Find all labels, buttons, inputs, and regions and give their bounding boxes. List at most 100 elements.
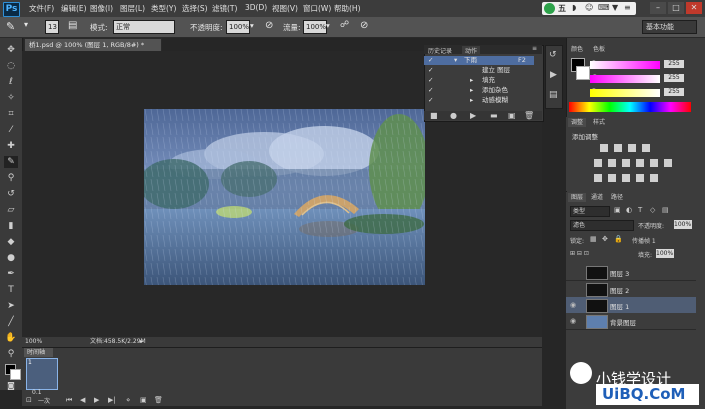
opacity-dropdown-icon[interactable]: ▾: [250, 21, 254, 30]
new-set-icon[interactable]: ▬: [490, 111, 498, 120]
filter-pixel-icon[interactable]: ▣: [614, 206, 621, 214]
action-row[interactable]: ✓ ▾ 下雨 F2: [424, 56, 534, 65]
record-icon[interactable]: ●: [450, 111, 457, 120]
channel-g-value[interactable]: 255: [664, 74, 684, 82]
play-action-icon[interactable]: ▶: [470, 111, 476, 120]
check-icon[interactable]: ✓: [428, 66, 433, 75]
action-row[interactable]: ✓ 建立 图层: [424, 66, 534, 75]
status-arrow-icon[interactable]: ▸: [140, 337, 143, 347]
layer-opacity-field[interactable]: 100%: [674, 220, 692, 229]
tab-layers[interactable]: 图层: [568, 193, 587, 202]
brightness-icon[interactable]: [600, 144, 608, 152]
first-frame-icon[interactable]: ⏮: [66, 396, 72, 405]
pressure-opacity-icon[interactable]: ⊘: [265, 20, 273, 31]
lock-pixels-icon[interactable]: ▦: [590, 235, 597, 243]
expand-icon[interactable]: ▸: [470, 76, 473, 85]
previous-frame-icon[interactable]: ◀: [80, 396, 85, 404]
loop-select[interactable]: 一次: [38, 396, 50, 405]
brush-tool-icon[interactable]: ✎: [6, 20, 15, 33]
close-icon[interactable]: ✕: [686, 2, 702, 14]
shape-tool-icon[interactable]: ╱: [4, 316, 18, 328]
lock-all-icon[interactable]: 🔒: [614, 235, 623, 243]
ime-punct-icon[interactable]: ◗: [572, 3, 576, 12]
menu-help[interactable]: 帮助(H): [334, 3, 361, 14]
clone-stamp-tool-icon[interactable]: ⚲: [4, 172, 18, 184]
check-icon[interactable]: ✓: [428, 86, 433, 95]
brush-panel-icon[interactable]: ▤: [68, 20, 77, 31]
type-tool-icon[interactable]: T: [4, 284, 18, 296]
check-icon[interactable]: ✓: [428, 76, 433, 85]
ime-keyboard-icon[interactable]: ⌨: [598, 3, 610, 12]
panel-menu-icon[interactable]: ≡: [532, 45, 537, 52]
curves-icon[interactable]: [628, 144, 636, 152]
menu-file[interactable]: 文件(F): [29, 3, 54, 14]
flow-field[interactable]: 100%: [303, 20, 327, 34]
quick-select-tool-icon[interactable]: ✧: [4, 92, 18, 104]
channel-r-value[interactable]: 255: [664, 60, 684, 68]
tab-history[interactable]: 历史记录: [428, 46, 452, 55]
maximize-icon[interactable]: □: [668, 2, 684, 14]
layer-filter-select[interactable]: 类型: [570, 206, 610, 217]
color-background-swatch[interactable]: [576, 66, 590, 80]
hue-saturation-icon[interactable]: [608, 159, 616, 167]
ime-shirt-icon[interactable]: ▼: [612, 3, 618, 12]
selective-color-icon[interactable]: [636, 174, 644, 182]
airbrush-icon[interactable]: ☍: [340, 20, 349, 30]
path-select-tool-icon[interactable]: ➤: [4, 300, 18, 312]
brush-tool-icon[interactable]: ✎: [4, 156, 18, 168]
duplicate-frame-icon[interactable]: ▣: [140, 396, 147, 404]
blur-tool-icon[interactable]: ◆: [4, 236, 18, 248]
lock-position-icon[interactable]: ✥: [602, 235, 608, 243]
menu-image[interactable]: 图像(I): [90, 3, 113, 14]
propagate-frame-checkbox[interactable]: 传播帧 1: [632, 236, 656, 245]
menu-type[interactable]: 类型(Y): [151, 3, 176, 14]
marquee-tool-icon[interactable]: ◌: [4, 60, 18, 72]
fill-field[interactable]: 100%: [656, 249, 674, 258]
ime-toolbar[interactable]: 五 ◗ ☺ ⌨ ▼ ≡: [542, 2, 636, 15]
eraser-tool-icon[interactable]: ▱: [4, 204, 18, 216]
invert-icon[interactable]: [594, 174, 602, 182]
ime-menu-icon[interactable]: ≡: [624, 3, 631, 12]
convert-timeline-icon[interactable]: ⊡: [26, 396, 32, 404]
zoom-level[interactable]: 100%: [25, 337, 42, 347]
gradient-tool-icon[interactable]: ▮: [4, 220, 18, 232]
flow-dropdown-icon[interactable]: ▾: [326, 21, 330, 30]
action-row[interactable]: ✓ ▸ 添加杂色: [424, 86, 534, 95]
animation-frame[interactable]: 1: [26, 358, 58, 390]
channel-g-slider[interactable]: [590, 75, 660, 83]
eye-icon[interactable]: ◉: [570, 317, 576, 325]
exposure-icon[interactable]: [642, 144, 650, 152]
eyedropper-tool-icon[interactable]: ⁄: [4, 124, 18, 136]
menu-select[interactable]: 选择(S): [182, 3, 208, 14]
tab-adjustments[interactable]: 调整: [568, 118, 587, 127]
check-icon[interactable]: ✓: [428, 96, 433, 105]
action-row[interactable]: ✓ ▸ 动感模糊: [424, 96, 534, 105]
actions-panel-icon[interactable]: ▶: [550, 70, 557, 80]
mode-select[interactable]: 正常: [113, 20, 175, 34]
black-white-icon[interactable]: [636, 159, 644, 167]
delete-action-icon[interactable]: 🗑: [524, 111, 534, 120]
lasso-tool-icon[interactable]: ℓ: [4, 76, 18, 88]
posterize-icon[interactable]: [608, 174, 616, 182]
color-balance-icon[interactable]: [622, 159, 630, 167]
healing-tool-icon[interactable]: ✚: [4, 140, 18, 152]
expand-icon[interactable]: ▾: [454, 56, 457, 65]
expand-icon[interactable]: ▸: [470, 96, 473, 105]
layer-row[interactable]: ◉ 图层 1: [566, 297, 696, 314]
brush-size-field[interactable]: 13: [45, 20, 59, 34]
vibrance-icon[interactable]: [594, 159, 602, 167]
tween-icon[interactable]: ⋄: [126, 396, 130, 404]
crop-tool-icon[interactable]: ⌗: [4, 108, 18, 120]
history-brush-tool-icon[interactable]: ↺: [4, 188, 18, 200]
hand-tool-icon[interactable]: ✋: [4, 332, 18, 344]
timeline-tab[interactable]: 时间轴: [24, 348, 53, 357]
tab-paths[interactable]: 路径: [608, 193, 626, 202]
workspace-select[interactable]: 基本功能: [642, 20, 697, 34]
menu-3d[interactable]: 3D(D): [245, 3, 267, 12]
layer-row[interactable]: 图层 2: [566, 281, 696, 298]
tab-actions[interactable]: 动作: [462, 46, 481, 55]
brush-preset-chevron-icon[interactable]: ▾: [24, 20, 28, 29]
check-icon[interactable]: ✓: [428, 56, 433, 65]
menu-view[interactable]: 视图(V): [272, 3, 298, 14]
channel-mixer-icon[interactable]: [664, 159, 672, 167]
